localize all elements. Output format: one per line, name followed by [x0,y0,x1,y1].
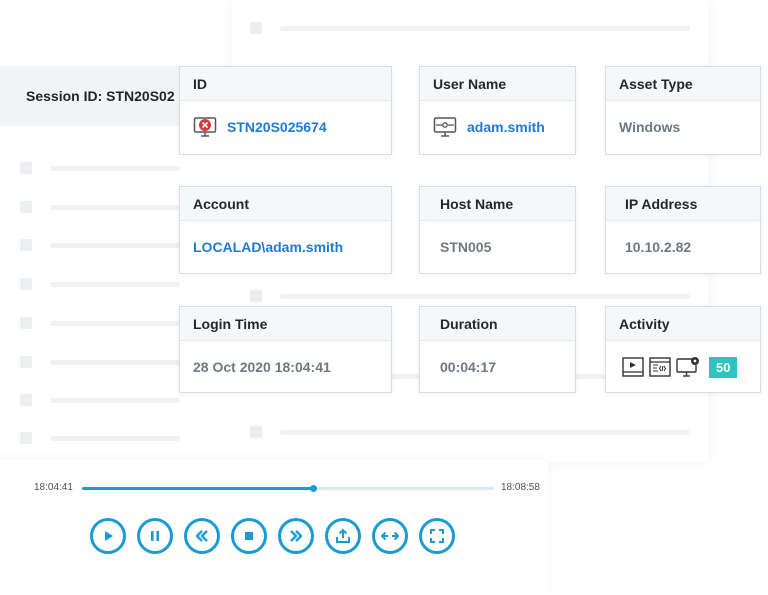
code-window-icon[interactable] [649,357,671,377]
timeline-track[interactable] [82,485,494,492]
ghost-row [20,201,180,213]
login-time-card: Login Time 28 Oct 2020 18:04:41 [179,306,392,393]
fullscreen-button[interactable] [419,518,455,554]
ghost-row [20,317,180,329]
id-label: ID [180,67,391,101]
id-card: ID STN20S025674 [179,66,392,155]
activity-count-badge: 50 [709,356,738,378]
activity-card: Activity 50 [605,306,761,393]
duration-card: Duration 00:04:17 [419,306,576,393]
ghost-row [20,394,180,406]
account-card: Account LOCALAD\adam.smith [179,186,392,274]
ip-address-value: 10.10.2.82 [625,239,692,255]
ghost-row [20,356,180,368]
ip-address-card: IP Address 10.10.2.82 [605,186,761,274]
end-time: 18:08:58 [501,482,540,493]
login-time-value: 28 Oct 2020 18:04:41 [193,359,331,375]
fit-width-button[interactable] [372,518,408,554]
monitor-user-icon [433,116,457,138]
play-icon [105,531,113,541]
fullscreen-icon [430,529,444,543]
duration-label: Duration [420,307,575,341]
session-viewer: Session ID: STN20S02 ID STN20S025674 Use… [0,0,768,595]
activity-label: Activity [606,307,760,341]
timeline-progress [82,487,313,490]
play-button[interactable] [90,518,126,554]
fast-forward-button[interactable] [278,518,314,554]
rewind-button[interactable] [184,518,220,554]
pause-icon [151,531,159,541]
ghost-row [250,426,690,438]
session-id-link[interactable]: STN20S025674 [227,119,327,135]
monitor-alert-icon [193,116,217,138]
user-name-link[interactable]: adam.smith [467,119,545,135]
asset-type-value: Windows [619,119,681,135]
account-label: Account [180,187,391,221]
ghost-row [20,432,180,444]
playback-controls [90,518,455,554]
start-time: 18:04:41 [34,482,73,493]
user-name-label: User Name [420,67,575,101]
timeline-handle[interactable] [309,485,317,492]
ghost-row [250,290,690,302]
arrows-horizontal-icon [380,531,400,541]
user-name-card: User Name adam.smith [419,66,576,155]
export-button[interactable] [325,518,361,554]
video-play-icon[interactable] [622,357,644,377]
ghost-row [20,162,180,174]
host-name-label: Host Name [420,187,575,221]
host-name-value: STN005 [440,239,492,255]
host-name-card: Host Name STN005 [419,186,576,274]
ghost-row [20,239,180,251]
rewind-icon [195,530,208,542]
pause-button[interactable] [137,518,173,554]
account-link[interactable]: LOCALAD\adam.smith [193,239,343,255]
monitor-settings-icon[interactable] [676,357,700,377]
ip-address-label: IP Address [606,187,760,221]
asset-type-card: Asset Type Windows [605,66,761,155]
ghost-row [250,22,690,34]
upload-icon [336,528,350,543]
stop-icon [245,532,253,540]
asset-type-label: Asset Type [606,67,760,101]
playback-panel: 18:04:41 18:08:58 [0,460,548,595]
stop-button[interactable] [231,518,267,554]
login-time-label: Login Time [180,307,391,341]
fast-forward-icon [290,530,303,542]
duration-value: 00:04:17 [440,359,497,375]
ghost-row [20,278,180,290]
